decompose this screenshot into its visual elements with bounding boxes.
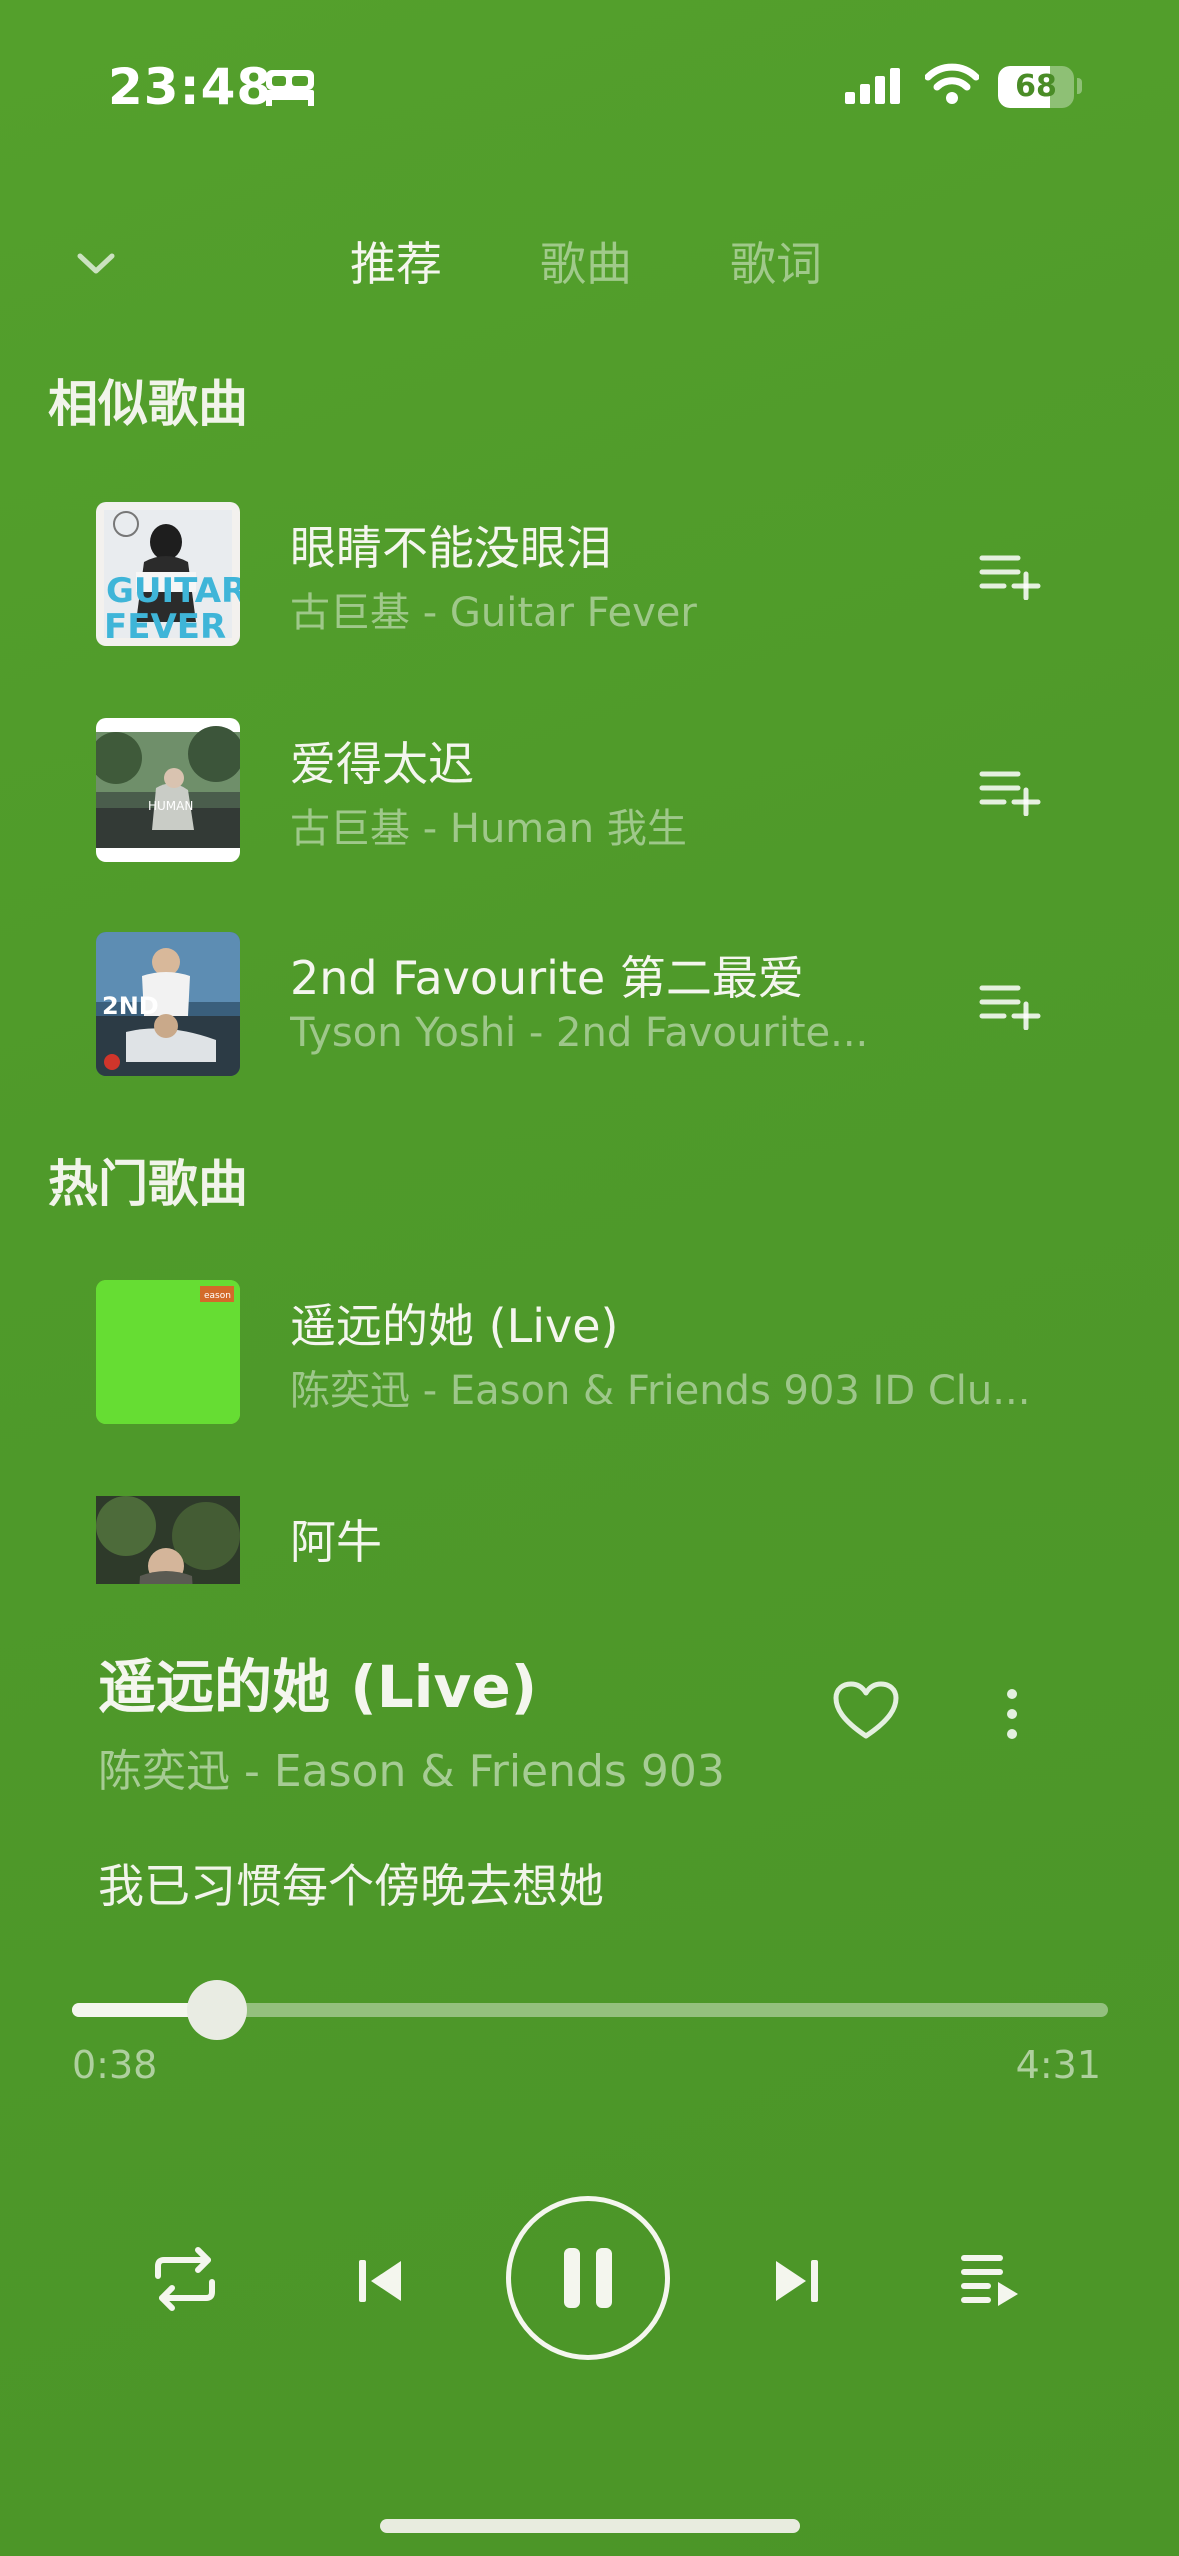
section-title-hot: 热门歌曲 [48, 1155, 248, 1213]
svg-text:GUITAR: GUITAR [106, 571, 240, 611]
wifi-icon [925, 63, 979, 104]
song-title: 眼睛不能没眼泪 [290, 521, 612, 575]
list-item[interactable]: 阿牛 [0, 1496, 1179, 1584]
now-playing-title: 遥远的她 (Live) [98, 1653, 538, 1721]
battery-percent: 68 [1015, 69, 1057, 104]
home-indicator[interactable] [380, 2519, 800, 2533]
tab-songs[interactable]: 歌曲 [540, 228, 632, 294]
list-item[interactable]: HUMAN 爱得太迟 古巨基 - Human 我生 [0, 718, 1179, 868]
svg-text:2ND: 2ND [102, 992, 159, 1020]
song-title: 2nd Favourite 第二最爱 [290, 951, 804, 1005]
album-cover: GUITAR FEVER [96, 502, 240, 646]
album-cover [96, 1496, 240, 1584]
progress-knob[interactable] [187, 1980, 247, 2040]
song-title: 阿牛 [290, 1515, 382, 1569]
song-title: 遥远的她 (Live) [290, 1299, 619, 1353]
song-subtitle: 陈奕迅 - Eason & Friends 903 ID Clu... [290, 1368, 1031, 1414]
now-playing-subtitle: 陈奕迅 - Eason & Friends 903 [98, 1746, 725, 1797]
battery-nub [1077, 78, 1082, 94]
current-lyric: 我已习惯每个傍晚去想她 [98, 1859, 604, 1913]
previous-icon[interactable] [355, 2256, 407, 2306]
tab-lyrics[interactable]: 歌词 [730, 228, 822, 294]
add-to-queue-icon[interactable] [978, 552, 1042, 600]
album-cover: HUMAN [96, 718, 240, 862]
svg-text:FEVER: FEVER [104, 607, 226, 646]
pause-button[interactable] [506, 2196, 670, 2360]
status-time: 23:48 [108, 58, 273, 116]
cellular-signal-icon [845, 68, 900, 104]
repeat-icon[interactable] [150, 2246, 220, 2312]
chevron-down-icon[interactable] [70, 238, 122, 290]
heart-icon[interactable] [832, 1680, 900, 1742]
song-subtitle: 古巨基 - Guitar Fever [290, 590, 697, 636]
song-title: 爱得太迟 [290, 737, 474, 791]
tab-bar: 推荐 歌曲 歌词 [350, 228, 920, 294]
playlist-icon[interactable] [960, 2252, 1022, 2310]
svg-text:eason: eason [204, 1291, 231, 1301]
total-time: 4:31 [1015, 2043, 1101, 2087]
tab-recommend[interactable]: 推荐 [350, 228, 442, 294]
album-cover: eason [96, 1280, 240, 1424]
list-item[interactable]: 2ND 2nd Favourite 第二最爱 Tyson Yoshi - 2nd… [0, 932, 1179, 1082]
album-cover: 2ND [96, 932, 240, 1076]
list-item[interactable]: GUITAR FEVER 眼睛不能没眼泪 古巨基 - Guitar Fever [0, 502, 1179, 652]
add-to-queue-icon[interactable] [978, 982, 1042, 1030]
current-time: 0:38 [72, 2043, 158, 2087]
next-icon[interactable] [770, 2256, 822, 2306]
svg-text:HUMAN: HUMAN [148, 799, 193, 813]
song-subtitle: 古巨基 - Human 我生 [290, 806, 687, 852]
pause-icon [564, 2248, 612, 2308]
song-subtitle: Tyson Yoshi - 2nd Favourite... [290, 1010, 869, 1056]
list-item[interactable]: eason 遥远的她 (Live) 陈奕迅 - Eason & Friends … [0, 1280, 1179, 1430]
add-to-queue-icon[interactable] [978, 768, 1042, 816]
bed-icon [266, 70, 314, 106]
section-title-similar: 相似歌曲 [48, 375, 248, 433]
battery-icon: 68 [998, 66, 1074, 108]
more-vertical-icon[interactable] [1000, 1684, 1024, 1744]
